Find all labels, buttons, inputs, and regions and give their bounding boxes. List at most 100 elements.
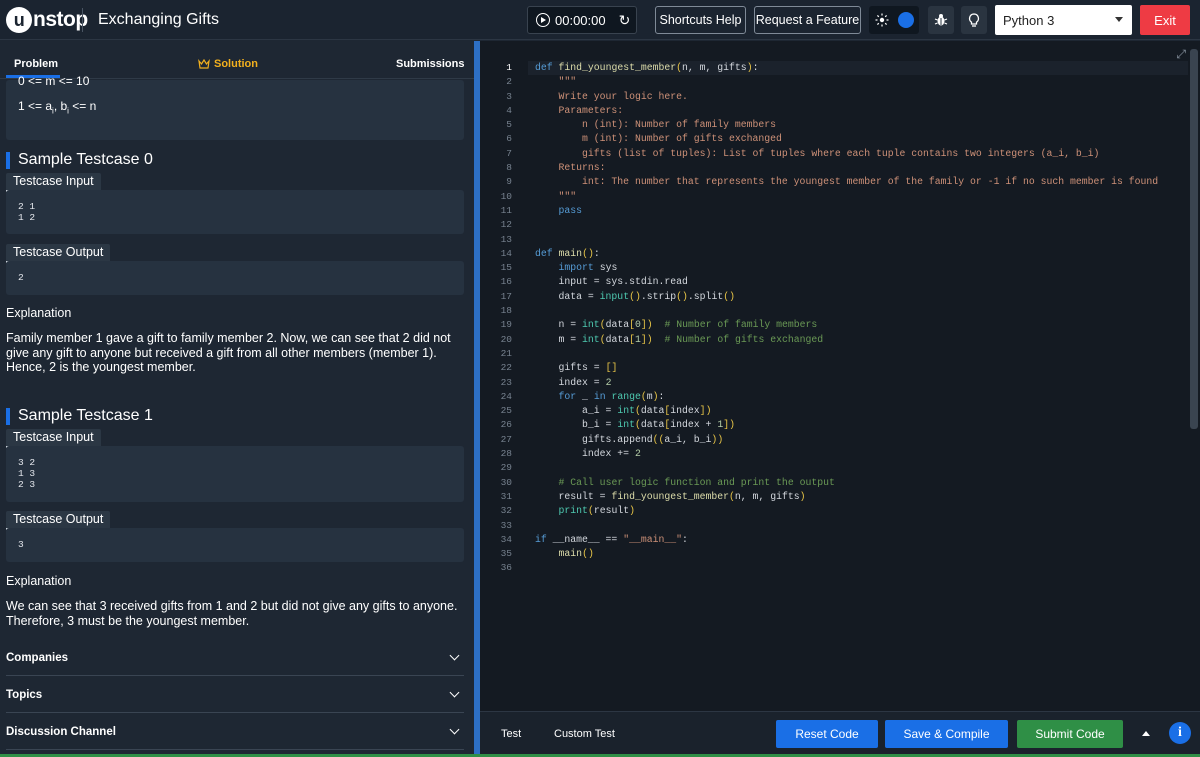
code-area[interactable]: def find_youngest_member(n, m, gifts): "…: [535, 61, 1158, 576]
submit-code-button[interactable]: Submit Code: [1017, 720, 1123, 748]
line-number: 36: [500, 562, 512, 574]
code-line[interactable]: """: [535, 190, 1158, 204]
constraints-card: 0 <= m <= 10 1 <= ai, bi <= n: [6, 74, 464, 140]
code-line[interactable]: main(): [535, 547, 1158, 561]
line-number: 24: [500, 390, 512, 402]
code-line[interactable]: # Call user logic function and print the…: [535, 476, 1158, 490]
tab-test[interactable]: Test: [501, 728, 521, 740]
code-line[interactable]: n (int): Number of family members: [535, 118, 1158, 132]
line-number: 34: [500, 533, 512, 545]
code-line[interactable]: gifts.append((a_i, b_i)): [535, 433, 1158, 447]
line-number: 27: [500, 433, 512, 445]
shortcuts-help-button[interactable]: Shortcuts Help: [655, 6, 746, 34]
code-line[interactable]: gifts = []: [535, 361, 1158, 375]
code-line[interactable]: a_i = int(data[index]): [535, 404, 1158, 418]
line-number: 35: [500, 548, 512, 560]
code-line[interactable]: input = sys.stdin.read: [535, 275, 1158, 289]
line-number: 2: [506, 76, 512, 88]
section-marker: [6, 151, 10, 169]
save-compile-button[interactable]: Save & Compile: [885, 720, 1008, 748]
code-line[interactable]: [535, 233, 1158, 247]
theme-toggle[interactable]: [869, 6, 919, 34]
code-line[interactable]: data = input().strip().split(): [535, 290, 1158, 304]
code-line[interactable]: def main():: [535, 247, 1158, 261]
line-number: 13: [500, 233, 512, 245]
line-number: 18: [500, 305, 512, 317]
code-line[interactable]: if __name__ == "__main__":: [535, 533, 1158, 547]
testcase-1-input: 3 2 1 3 2 3: [6, 446, 464, 502]
output-value: 2: [18, 272, 24, 283]
language-value: Python 3: [1003, 12, 1055, 28]
code-line[interactable]: [535, 304, 1158, 318]
code-line[interactable]: index += 2: [535, 447, 1158, 461]
code-line[interactable]: pass: [535, 204, 1158, 218]
problem-panel: Problem Solution Submissions 0 <= m <= 1…: [0, 41, 474, 757]
reset-code-button[interactable]: Reset Code: [776, 720, 878, 748]
accordion-companies[interactable]: Companies: [6, 640, 464, 676]
testcase-0-output: 2: [6, 261, 464, 295]
bug-report-button[interactable]: [928, 6, 954, 34]
lightbulb-icon: [968, 12, 980, 27]
tab-problem[interactable]: Problem: [14, 58, 58, 70]
code-line[interactable]: [535, 347, 1158, 361]
reset-timer-icon[interactable]: ↻: [619, 12, 631, 29]
input-line: 1 3: [18, 468, 36, 479]
code-line[interactable]: b_i = int(data[index + 1]): [535, 418, 1158, 432]
line-number: 21: [500, 347, 512, 359]
tab-submissions[interactable]: Submissions: [396, 58, 464, 70]
accordion-discussion-channel[interactable]: Discussion Channel: [6, 714, 464, 750]
code-line[interactable]: m = int(data[1]) # Number of gifts excha…: [535, 333, 1158, 347]
code-editor[interactable]: ⤢ 1 2 3 4 5 6 7 8 9 10 11 12 13 14 15 16 17 18 19 20 21 22 23 2…: [480, 41, 1200, 711]
code-line[interactable]: int: The number that represents the youn…: [535, 175, 1158, 189]
code-line[interactable]: print(result): [535, 504, 1158, 518]
code-line[interactable]: for _ in range(m):: [535, 390, 1158, 404]
explanation-0-text: Family member 1 gave a gift to family me…: [6, 331, 451, 374]
code-line[interactable]: """: [535, 75, 1158, 89]
code-line[interactable]: n = int(data[0]) # Number of family memb…: [535, 318, 1158, 332]
code-line[interactable]: m (int): Number of gifts exchanged: [535, 132, 1158, 146]
exit-button[interactable]: Exit: [1140, 5, 1190, 35]
chevron-up-icon[interactable]: [1142, 731, 1150, 736]
line-number: 32: [500, 505, 512, 517]
code-line[interactable]: [535, 218, 1158, 232]
play-icon[interactable]: [536, 13, 550, 27]
code-line[interactable]: def find_youngest_member(n, m, gifts):: [535, 61, 1158, 75]
code-line[interactable]: result = find_youngest_member(n, m, gift…: [535, 490, 1158, 504]
request-feature-button[interactable]: Request a Feature: [754, 6, 861, 34]
expand-icon[interactable]: ⤢: [1176, 47, 1186, 62]
code-line[interactable]: [535, 519, 1158, 533]
toggle-knob: [898, 12, 914, 28]
sample-testcase-1-title: Sample Testcase 1: [6, 407, 153, 425]
unstop-logo[interactable]: u nstop: [6, 6, 88, 34]
hint-button[interactable]: [961, 6, 987, 34]
code-line[interactable]: Parameters:: [535, 104, 1158, 118]
code-line[interactable]: index = 2: [535, 376, 1158, 390]
testcase-1-output: 3: [6, 528, 464, 562]
input-line: 2 3: [18, 479, 36, 490]
code-line[interactable]: Write your logic here.: [535, 90, 1158, 104]
timer[interactable]: 00:00:00 ↻: [527, 6, 637, 34]
accordion-topics[interactable]: Topics: [6, 677, 464, 713]
code-line[interactable]: gifts (list of tuples): List of tuples w…: [535, 147, 1158, 161]
code-line[interactable]: import sys: [535, 261, 1158, 275]
language-select[interactable]: Python 3: [995, 5, 1132, 35]
info-button[interactable]: i: [1169, 722, 1191, 744]
page-title: Exchanging Gifts: [98, 11, 219, 28]
bottom-toolbar: Test Custom Test Reset Code Save & Compi…: [480, 711, 1200, 757]
testcase-0-input: 2 1 1 2: [6, 190, 464, 234]
input-line: 1 2: [18, 212, 36, 223]
line-number: 19: [500, 319, 512, 331]
line-number-gutter: 1 2 3 4 5 6 7 8 9 10 11 12 13 14 15 16 17 18 19 20 21 22 23 24 2…: [480, 61, 528, 576]
logo-initial: u: [6, 7, 32, 33]
constraint-line-1: 0 <= m <= 10: [18, 74, 90, 88]
section-marker: [6, 407, 10, 425]
code-line[interactable]: Returns:: [535, 161, 1158, 175]
code-line[interactable]: [535, 561, 1158, 575]
line-number: 12: [500, 219, 512, 231]
code-line[interactable]: [535, 461, 1158, 475]
line-number: 23: [500, 376, 512, 388]
tab-solution[interactable]: Solution: [198, 58, 258, 70]
editor-scrollbar[interactable]: [1190, 49, 1198, 429]
timer-value: 00:00:00: [555, 12, 606, 28]
tab-custom-test[interactable]: Custom Test: [554, 728, 615, 740]
